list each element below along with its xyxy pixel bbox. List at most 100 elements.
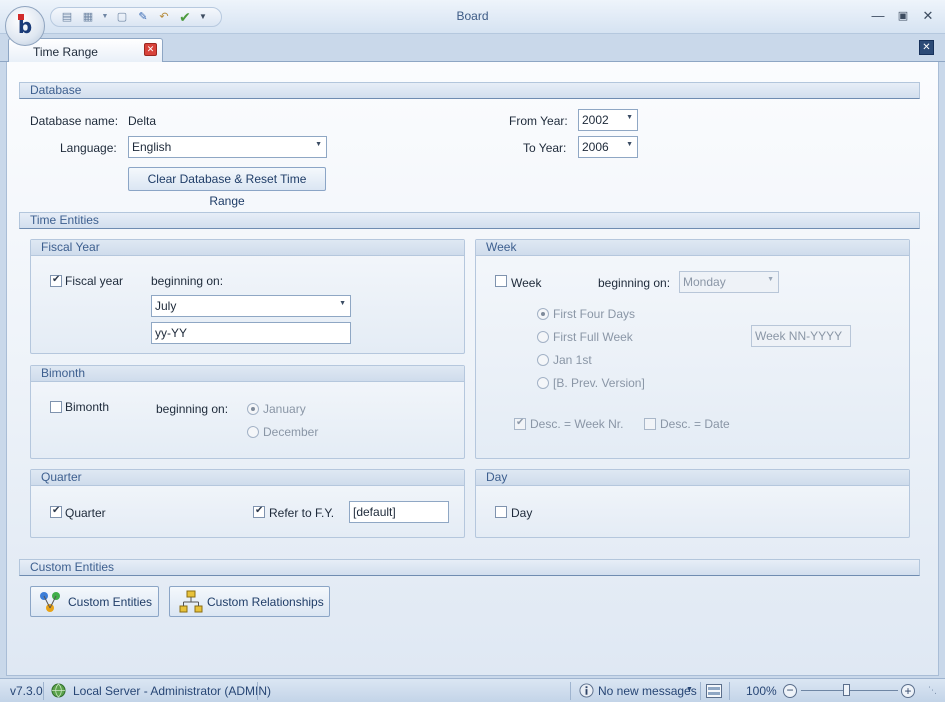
- status-separator: [700, 682, 701, 700]
- tab-label: Time Range: [33, 45, 98, 59]
- chevron-down-icon: ▼: [315, 141, 322, 148]
- custom-relationships-icon: [179, 590, 203, 613]
- database-name-label: Database name:: [30, 114, 119, 128]
- server-status-label[interactable]: Local Server - Administrator (ADMIN): [73, 684, 271, 698]
- fiscal-year-month-select[interactable]: July ▼: [151, 295, 351, 317]
- week-checkbox[interactable]: [495, 275, 507, 287]
- week-option-jan-1st-radio[interactable]: [537, 354, 549, 366]
- desc-week-nr-label: Desc. = Week Nr.: [530, 417, 624, 431]
- week-format-placeholder: Week NN-YYYY: [755, 329, 843, 343]
- time-entities-section-header: Time Entities: [19, 212, 920, 229]
- app-menu-button[interactable]: b: [5, 6, 45, 46]
- close-icon[interactable]: ✕: [919, 8, 937, 24]
- database-name-value: Delta: [128, 114, 157, 128]
- week-option-prev-version: [B. Prev. Version]: [553, 376, 645, 390]
- quarter-group-title: Quarter: [31, 470, 464, 486]
- week-beginning-label: beginning on:: [598, 276, 671, 290]
- week-checkbox-label: Week: [511, 276, 542, 290]
- to-year-label: To Year:: [523, 141, 567, 155]
- language-value: English: [132, 140, 172, 154]
- bimonth-january-label: January: [263, 402, 306, 416]
- bimonth-december-radio[interactable]: [247, 426, 259, 438]
- refer-to-fy-input[interactable]: [default]: [349, 501, 449, 523]
- bimonth-checkbox-label: Bimonth: [65, 400, 110, 414]
- week-option-first-full-week-radio[interactable]: [537, 331, 549, 343]
- tab-close-icon[interactable]: ✕: [144, 43, 157, 56]
- zoom-in-icon[interactable]: +: [901, 684, 915, 698]
- bimonth-group-title: Bimonth: [31, 366, 464, 382]
- maximize-icon[interactable]: ▣: [894, 8, 912, 24]
- document-close-icon[interactable]: ✕: [919, 40, 934, 55]
- custom-relationships-button-label: Custom Relationships: [207, 595, 324, 609]
- chevron-down-icon: ▼: [626, 141, 633, 148]
- title-bar: b ▤ ▦ ▼ ▢ ✎ ↶ ✔ ▼ Board — ▣ ✕: [0, 0, 945, 46]
- week-start-day-select[interactable]: Monday ▼: [679, 271, 779, 293]
- resize-grip-icon[interactable]: ⋱: [928, 685, 937, 696]
- to-year-select[interactable]: 2006 ▼: [578, 136, 638, 158]
- chevron-down-icon: ▼: [767, 276, 774, 283]
- server-globe-icon: [51, 683, 66, 698]
- custom-relationships-button[interactable]: Custom Relationships: [169, 586, 330, 617]
- to-year-value: 2006: [582, 140, 609, 154]
- week-group: Week Week beginning on: Monday ▼ First F…: [475, 239, 910, 459]
- quarter-group: Quarter Quarter Refer to F.Y. [default]: [30, 469, 465, 538]
- fiscal-year-beginning-label: beginning on:: [151, 274, 224, 288]
- fiscal-year-group-title: Fiscal Year: [31, 240, 464, 256]
- zoom-out-icon[interactable]: −: [783, 684, 797, 698]
- messages-dropdown[interactable]: No new messages: [598, 684, 697, 698]
- status-separator: [570, 682, 571, 700]
- custom-entities-button-label: Custom Entities: [68, 595, 153, 609]
- desc-week-nr-checkbox[interactable]: [514, 417, 526, 430]
- desc-date-checkbox[interactable]: [644, 418, 656, 430]
- week-option-prev-version-radio[interactable]: [537, 377, 549, 389]
- day-checkbox[interactable]: [495, 506, 507, 518]
- refer-to-fy-checkbox[interactable]: [253, 505, 265, 518]
- database-section-header: Database: [19, 82, 920, 99]
- fiscal-year-format-input[interactable]: yy-YY: [151, 322, 351, 344]
- minimize-icon[interactable]: —: [869, 8, 887, 24]
- bimonth-beginning-label: beginning on:: [156, 402, 229, 416]
- bimonth-december-label: December: [263, 425, 319, 439]
- status-separator: [729, 682, 730, 700]
- fiscal-year-group: Fiscal Year Fiscal year beginning on: Ju…: [30, 239, 465, 354]
- quarter-checkbox-label: Quarter: [65, 506, 106, 520]
- zoom-level-label: 100%: [746, 684, 777, 698]
- chevron-down-icon: ▼: [626, 114, 633, 121]
- bimonth-checkbox[interactable]: [50, 401, 62, 413]
- desc-date-label: Desc. = Date: [660, 417, 730, 431]
- fiscal-year-format-value: yy-YY: [155, 326, 188, 340]
- day-checkbox-label: Day: [511, 506, 533, 520]
- week-option-jan-1st: Jan 1st: [553, 353, 592, 367]
- refer-to-fy-value: [default]: [353, 505, 396, 519]
- chevron-down-icon: ▼: [339, 300, 346, 307]
- week-format-input[interactable]: Week NN-YYYY: [751, 325, 851, 347]
- time-range-panel: Database Database name: Delta Language: …: [6, 62, 939, 676]
- status-separator: [257, 682, 258, 700]
- bimonth-group: Bimonth Bimonth beginning on: January De…: [30, 365, 465, 459]
- document-tab-strip: Time Range ✕: [0, 34, 945, 63]
- chevron-down-icon[interactable]: ▼: [686, 686, 693, 693]
- quarter-checkbox[interactable]: [50, 505, 62, 518]
- clear-database-button[interactable]: Clear Database & Reset Time Range: [128, 167, 326, 208]
- layout-view-icon[interactable]: [706, 684, 722, 698]
- week-option-first-four-days: First Four Days: [553, 307, 636, 321]
- version-label: v7.3.0: [10, 684, 43, 698]
- from-year-select[interactable]: 2002 ▼: [578, 109, 638, 131]
- from-year-label: From Year:: [509, 114, 568, 128]
- fiscal-year-checkbox[interactable]: [50, 274, 62, 287]
- refer-to-fy-label: Refer to F.Y.: [269, 506, 335, 520]
- status-separator: [43, 682, 44, 700]
- fiscal-year-checkbox-label: Fiscal year: [65, 274, 124, 288]
- custom-entities-section-header: Custom Entities: [19, 559, 920, 576]
- window-title: Board: [456, 9, 489, 23]
- bimonth-january-radio[interactable]: [247, 403, 259, 415]
- week-option-first-full-week: First Full Week: [553, 330, 633, 344]
- status-bar: v7.3.0 Local Server - Administrator (ADM…: [0, 678, 945, 702]
- week-start-day-value: Monday: [683, 275, 726, 289]
- language-select[interactable]: English ▼: [128, 136, 327, 158]
- week-option-first-four-days-radio[interactable]: [537, 308, 549, 320]
- zoom-slider-handle[interactable]: [843, 684, 850, 696]
- custom-entities-button[interactable]: Custom Entities: [30, 586, 159, 617]
- language-label: Language:: [60, 141, 117, 155]
- day-group-title: Day: [476, 470, 909, 486]
